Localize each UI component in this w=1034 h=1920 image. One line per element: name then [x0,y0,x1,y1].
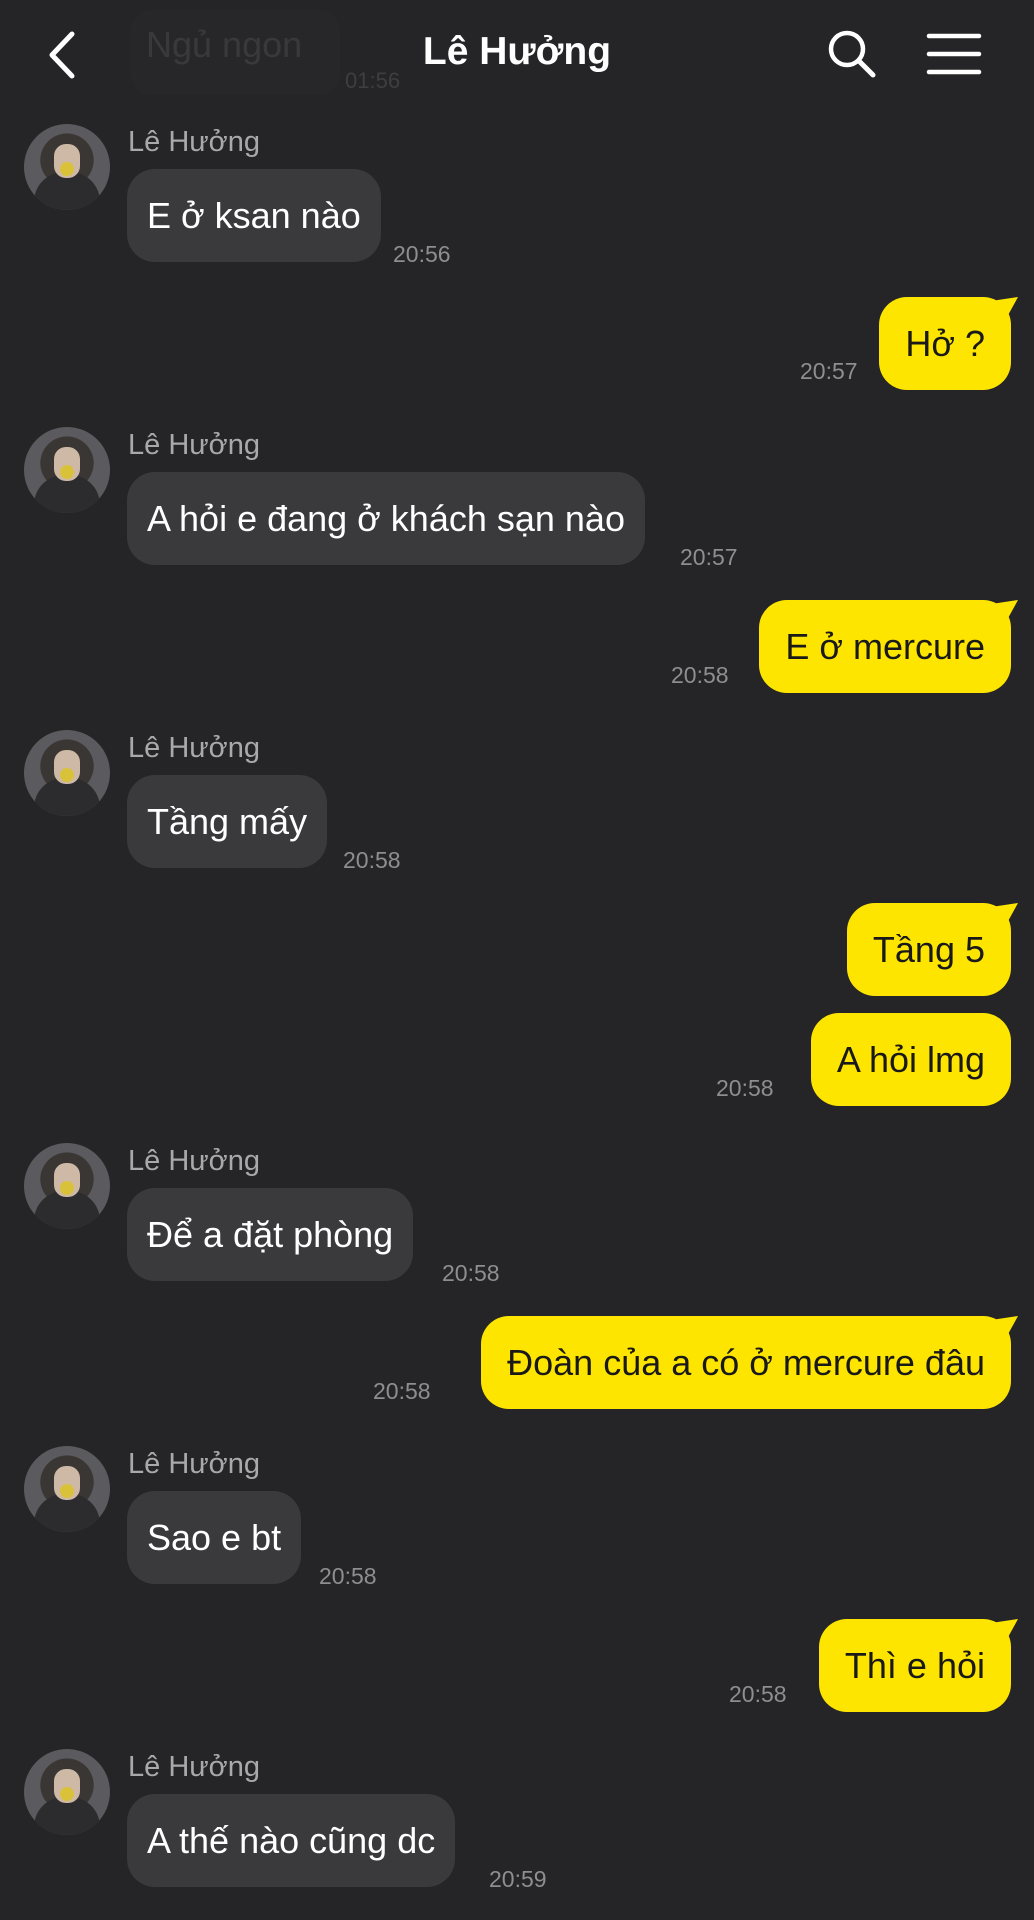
incoming-message[interactable]: Tầng mấy [127,775,328,868]
search-icon [828,30,876,78]
incoming-message[interactable]: A hỏi e đang ở khách sạn nào [127,472,645,565]
message-time: 20:58 [373,1378,431,1404]
sender-avatar[interactable] [24,1143,110,1229]
message-time: 20:56 [393,241,451,267]
outgoing-message[interactable]: A hỏi lmg [810,1013,1011,1106]
search-button[interactable] [826,28,878,80]
sender-name: Lê Hưởng [128,1448,260,1480]
outgoing-message[interactable]: Hở ? [879,297,1011,390]
sender-name: Lê Hưởng [128,732,260,764]
chat-header: Ngủ ngon 01:56 Lê Hưởng [0,0,1034,110]
sender-name: Lê Hưởng [128,429,260,461]
menu-icon [926,33,982,75]
sender-avatar[interactable] [24,427,110,513]
menu-button[interactable] [926,32,982,76]
sender-avatar[interactable] [24,730,110,816]
message-time: 20:58 [671,662,729,688]
incoming-message[interactable]: E ở ksan nào [127,169,381,262]
message-time: 20:58 [442,1260,500,1286]
incoming-message[interactable]: Sao e bt [127,1491,302,1584]
conversation-title: Lê Hưởng [422,30,612,73]
sender-name: Lê Hưởng [128,1751,260,1783]
incoming-message[interactable]: Để a đặt phòng [127,1188,414,1281]
message-time: 20:57 [800,358,858,384]
sender-avatar[interactable] [24,1749,110,1835]
outgoing-message[interactable]: E ở mercure [759,600,1011,693]
sender-name: Lê Hưởng [128,126,260,158]
sender-avatar[interactable] [24,124,110,210]
message-time: 20:57 [680,544,738,570]
sender-avatar[interactable] [24,1446,110,1532]
outgoing-message[interactable]: Thì e hỏi [818,1619,1011,1712]
message-time: 20:58 [716,1075,774,1101]
message-time: 20:59 [489,1866,547,1892]
message-time: 20:58 [343,847,401,873]
incoming-message[interactable]: A thế nào cũng dc [127,1794,456,1887]
outgoing-message[interactable]: Tầng 5 [846,903,1011,996]
message-time: 20:58 [319,1563,377,1589]
message-time: 20:58 [729,1681,787,1707]
outgoing-message[interactable]: Đoàn của a có ở mercure đâu [481,1316,1011,1409]
sender-name: Lê Hưởng [128,1145,260,1177]
